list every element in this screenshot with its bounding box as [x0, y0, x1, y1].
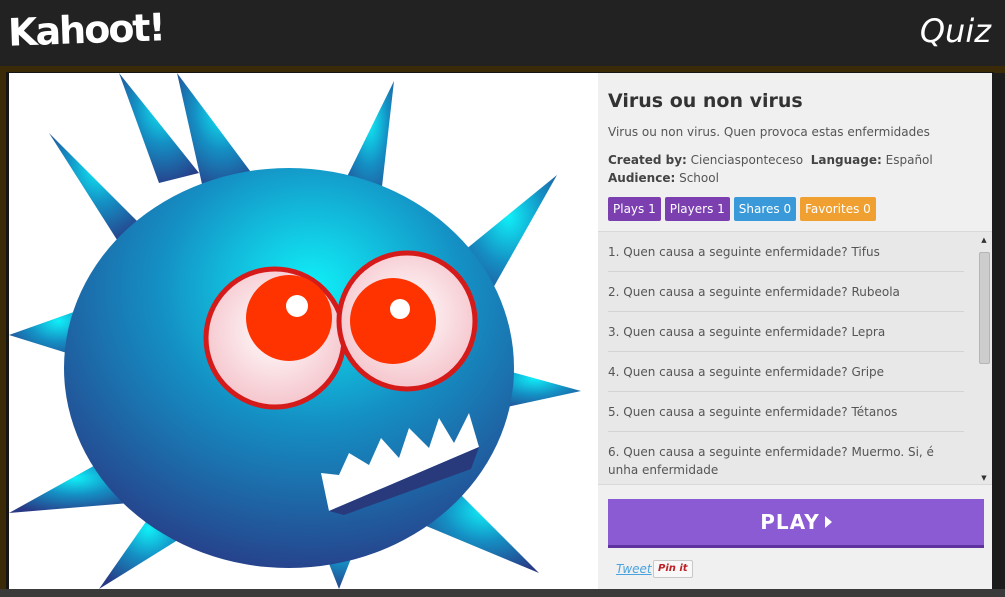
- kahoot-description: Virus ou non virus. Quen provoca estas e…: [608, 125, 930, 139]
- question-item: 6. Quen causa a seguinte enfermidade? Mu…: [608, 432, 964, 484]
- bottom-border: [0, 589, 1005, 597]
- scroll-down-arrow-icon[interactable]: ▼: [977, 472, 991, 484]
- question-list-scrollbar[interactable]: ▲ ▼: [977, 234, 991, 484]
- question-list[interactable]: 1. Quen causa a seguinte enfermidade? Ti…: [598, 231, 992, 485]
- question-item: 1. Quen causa a seguinte enfermidade? Ti…: [608, 232, 964, 272]
- kahoot-meta-creator-language: Created by: Cienciasponteceso Language: …: [608, 153, 933, 167]
- tweet-link[interactable]: Tweet: [616, 562, 652, 576]
- language-label: Language:: [810, 153, 882, 167]
- audience-value: School: [679, 171, 719, 185]
- question-item: 5. Quen causa a seguinte enfermidade? Té…: [608, 392, 964, 432]
- scroll-thumb[interactable]: [979, 252, 990, 364]
- play-button-label: PLAY: [760, 510, 820, 534]
- kahoot-logo[interactable]: Kahoot!: [7, 5, 164, 54]
- virus-illustration: [9, 73, 581, 589]
- question-item: 2. Quen causa a seguinte enfermidade? Ru…: [608, 272, 964, 312]
- kahoot-title: Virus ou non virus: [608, 90, 803, 112]
- kahoot-meta-audience: Audience: School: [608, 171, 719, 185]
- plays-badge: Plays 1: [608, 197, 661, 221]
- stats-badges: Plays 1 Players 1 Shares 0 Favorites 0: [608, 197, 876, 221]
- created-by-label: Created by:: [608, 153, 687, 167]
- play-arrow-icon: [824, 516, 832, 528]
- created-by-value: Cienciasponteceso: [690, 153, 804, 167]
- favorites-badge: Favorites 0: [800, 197, 876, 221]
- section-label: Quiz: [919, 12, 991, 50]
- right-border: [992, 73, 1005, 589]
- top-bar: Kahoot! Quiz: [0, 0, 1005, 66]
- question-item: 3. Quen causa a seguinte enfermidade? Le…: [608, 312, 964, 352]
- audience-label: Audience:: [608, 171, 676, 185]
- play-button[interactable]: PLAY: [608, 499, 984, 548]
- cover-image: [9, 73, 598, 589]
- pin-it-button[interactable]: Pin it: [653, 560, 693, 578]
- question-item: 4. Quen causa a seguinte enfermidade? Gr…: [608, 352, 964, 392]
- kahoot-info-panel: Virus ou non virus Virus ou non virus. Q…: [598, 73, 992, 589]
- players-badge: Players 1: [664, 197, 730, 221]
- shares-badge: Shares 0: [733, 197, 797, 221]
- language-value: Español: [885, 153, 933, 167]
- scroll-up-arrow-icon[interactable]: ▲: [977, 234, 991, 246]
